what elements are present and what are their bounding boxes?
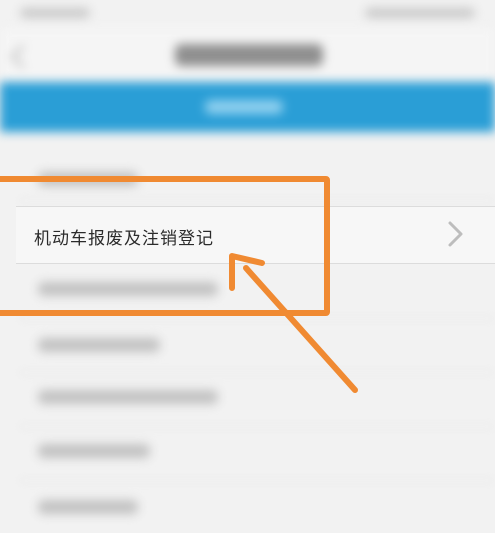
arrow-pointer-icon bbox=[229, 253, 358, 393]
